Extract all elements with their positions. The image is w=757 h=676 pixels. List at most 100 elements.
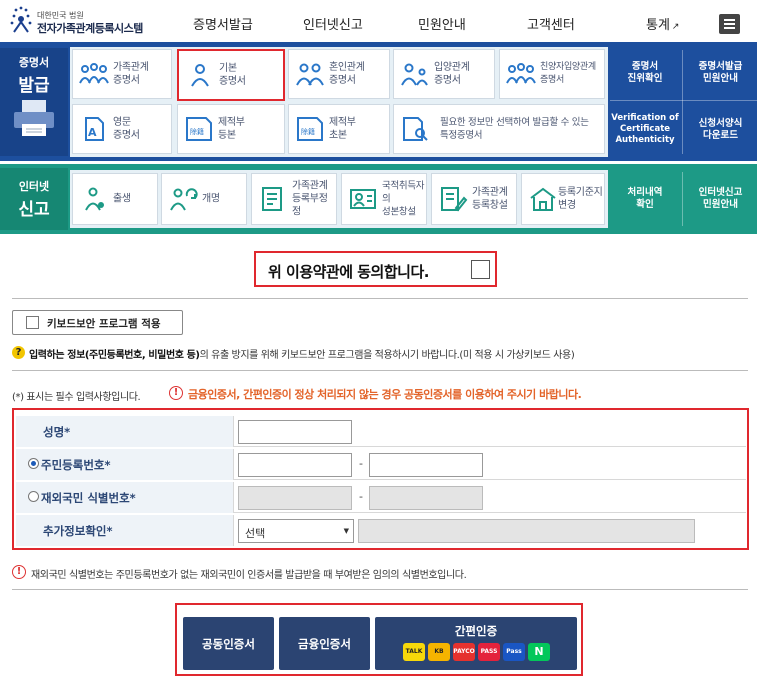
form-download-link[interactable]: 신청서양식 다운로드 [684,102,757,157]
tile-family-relation[interactable]: 가족관계 증명서 [72,49,172,99]
extra-info-label: 추가정보확인* [43,524,113,538]
external-link-icon: ↗ [671,22,680,32]
foreign-id-label: 재외국민 식별번호* [41,491,136,505]
logo-title: 전자가족관계등록시스템 [37,22,143,35]
header: 대한민국 법원 전자가족관계등록시스템 증명서발급 인터넷신고 민원안내 고객센… [0,0,757,42]
tile-specific-certificate[interactable]: 필요한 정보만 선택하여 발급할 수 있는 특정증명서 [393,104,605,154]
svg-text:除籍: 除籍 [301,127,315,136]
person-icon [191,64,209,87]
nav-customer-center[interactable]: 고객센터 [527,14,575,33]
certificate-tiles: 가족관계 증명서 기본 증명서 혼인관계 증명서 입양관계 증명서 친양자입양관… [70,47,608,157]
certificate-verification-link[interactable]: 증명서 진위확인 [610,47,680,99]
keyboard-security-checkbox[interactable] [26,316,39,329]
certificate-warning: 금융인증서, 간편인증이 정상 처리되지 않는 경우 공동인증서를 이용하여 주… [188,388,582,401]
register-icon: 除籍 [186,117,212,141]
tile-register-correction[interactable]: 가족관계 등록부정정 [251,173,337,225]
rrn-row: 주민등록번호* - [16,449,746,480]
page: 대한민국 법원 전자가족관계등록시스템 증명서발급 인터넷신고 민원안내 고객센… [0,0,757,676]
form-icon [262,187,282,211]
joint-certificate-button[interactable]: 공동인증서 [183,617,274,670]
warning-icon: ! [169,386,183,400]
terms-agreement-label: 위 이용약관에 동의합니다. [268,263,429,281]
rrn-radio[interactable] [28,458,39,469]
keyboard-security-button[interactable]: 키보드보안 프로그램 적용 [12,310,183,335]
foreign-id-row: 재외국민 식별번호* - [16,482,746,513]
rrn-front-input[interactable] [238,453,352,477]
foreign-id-radio[interactable] [28,491,39,502]
terms-agreement-checkbox[interactable] [471,260,490,279]
tile-full-adoption-relation[interactable]: 친양자입양관계 증명서 [499,49,605,99]
extra-info-input[interactable] [358,519,695,543]
svg-text:除籍: 除籍 [190,127,204,136]
name-row: 성명* [16,416,746,447]
pass-icon: PASS [478,643,500,661]
register-icon: 除籍 [297,117,323,141]
name-label: 성명* [43,425,71,439]
english-doc-icon: A [85,117,104,141]
tile-english-certificate[interactable]: A 영문 증명서 [72,104,172,154]
nav-certificate[interactable]: 증명서발급 [193,14,253,33]
kb-icon: KB [428,643,450,661]
certificate-section-title: 증명서 발급 [0,48,68,156]
financial-certificate-button[interactable]: 금융인증서 [279,617,370,670]
samsung-pass-icon: Pass [503,643,525,661]
required-field-note: (*) 표시는 필수 입력사항입니다. [12,392,141,403]
family-icon [506,63,536,84]
site-logo[interactable]: 대한민국 법원 전자가족관계등록시스템 [8,4,158,38]
keyboard-security-notice: 입력하는 정보(주민등록번호, 비밀번호 등)의 유출 방지를 위해 키보드보안… [29,350,575,361]
rename-icon [170,188,198,211]
tile-removed-register-abstract[interactable]: 除籍 제적부 초본 [288,104,390,154]
nav-internet-report[interactable]: 인터넷신고 [303,14,363,33]
rrn-back-input[interactable] [369,453,483,477]
couple-icon [296,63,324,86]
divider [12,370,748,371]
payco-icon: PAYCO [453,643,475,661]
tile-birth-report[interactable]: 출생 [72,173,158,225]
internet-report-guide-link[interactable]: 인터넷신고 민원안내 [684,168,757,230]
dropdown-arrow-icon: ▼ [343,527,349,535]
nav-civil-guide[interactable]: 민원안내 [418,14,466,33]
internet-report-section-title: 인터넷 신고 [0,168,68,230]
foreign-id-back-input[interactable] [369,486,483,510]
family-icon [79,63,109,84]
tile-register-creation[interactable]: 가족관계 등록창설 [431,173,517,225]
name-input[interactable] [238,420,352,444]
question-icon: ? [12,346,25,359]
certificate-section: 증명서 발급 가족관계 증명서 기본 증명서 혼인관계 증명서 입양관계 증명서… [0,42,757,161]
court-emblem-icon [10,6,32,33]
certificate-authenticity-link[interactable]: Verification of Certificate Authenticity [610,102,680,157]
process-history-link[interactable]: 처리내역 확인 [610,168,680,230]
terms-agreement[interactable]: 위 이용약관에 동의합니다. [254,251,497,287]
house-icon [530,187,556,211]
adoption-icon [401,63,428,86]
tile-basic-certificate[interactable]: 기본 증명서 [177,49,285,101]
menu-button[interactable] [719,14,740,34]
hamburger-icon [724,19,735,21]
search-doc-icon [403,117,428,141]
tile-registry-base-change[interactable]: 등록기준지 변경 [521,173,605,225]
authentication-options: 공동인증서 금융인증서 간편인증 TALK KB PAYCO PASS Pass… [175,603,583,676]
foreign-id-front-input[interactable] [238,486,352,510]
form-edit-icon [441,187,468,212]
nav-statistics[interactable]: 통계 ↗ [646,14,679,33]
tile-rename-report[interactable]: 개명 [161,173,247,225]
keyboard-security-label: 키보드보안 프로그램 적용 [47,318,161,330]
tile-naturalized-surname[interactable]: 국적취득자의 성본창설 [341,173,427,225]
certificate-guide-link[interactable]: 증명서발급 민원안내 [684,47,757,99]
divider [12,298,748,299]
id-card-icon [350,189,376,209]
foreign-id-notice: 재외국민 식별번호는 주민등록번호가 없는 재외국민이 인증서를 발급받을 때 … [31,570,467,581]
extra-info-select[interactable]: 선택 ▼ [238,519,354,543]
printer-icon [14,100,54,136]
tile-adoption-relation[interactable]: 입양관계 증명서 [393,49,495,99]
report-tiles: 출생 개명 가족관계 등록부정정 국적취득자의 성본창설 가족관계 등록창설 등… [70,170,608,228]
divider [12,589,748,590]
tile-removed-register-copy[interactable]: 除籍 제적부 등본 [177,104,285,154]
birth-icon [85,187,104,211]
tile-marriage-relation[interactable]: 혼인관계 증명서 [288,49,390,99]
identity-form: 성명* 주민등록번호* - 재외국민 식별번호* - 추가정보확인* 선택 ▼ [12,408,749,550]
info-warning-icon: ! [12,565,26,579]
simple-auth-button[interactable]: 간편인증 TALK KB PAYCO PASS Pass N [375,617,577,670]
naver-icon: N [528,643,550,661]
kakao-icon: TALK [403,643,425,661]
